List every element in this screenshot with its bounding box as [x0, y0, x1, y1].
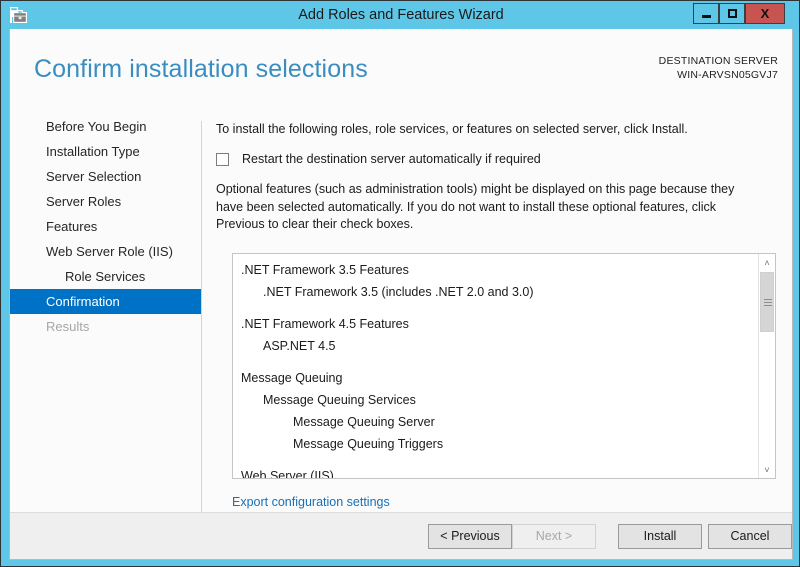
wizard-window: Add Roles and Features Wizard X Confirm … — [0, 0, 800, 567]
client-area: Confirm installation selections DESTINAT… — [9, 29, 793, 560]
destination-server-label: DESTINATION SERVER — [659, 54, 778, 68]
export-configuration-settings-link[interactable]: Export configuration settings — [232, 493, 411, 512]
install-button[interactable]: Install — [618, 524, 702, 549]
maximize-button[interactable] — [719, 3, 745, 24]
destination-server-block: DESTINATION SERVER WIN-ARVSN05GVJ7 — [659, 54, 778, 82]
minimize-icon — [702, 15, 711, 18]
wizard-navigation: Before You Begin Installation Type Serve… — [10, 114, 202, 339]
sidebar-item-installation-type[interactable]: Installation Type — [10, 139, 202, 164]
close-button[interactable]: X — [745, 3, 785, 24]
sidebar-item-confirmation[interactable]: Confirmation — [10, 289, 202, 314]
previous-button[interactable]: < Previous — [428, 524, 512, 549]
scroll-down-icon[interactable]: ˅ — [759, 461, 775, 478]
footer-bar: < Previous Next > Install Cancel — [10, 512, 792, 559]
list-item[interactable]: ASP.NET 4.5 — [233, 335, 759, 357]
sidebar-divider — [201, 121, 202, 515]
title-bar: Add Roles and Features Wizard X — [1, 1, 800, 29]
maximize-icon — [728, 9, 737, 18]
optional-features-note: Optional features (such as administratio… — [216, 181, 764, 234]
sidebar-item-results: Results — [10, 314, 202, 339]
list-item[interactable]: Message Queuing Triggers — [233, 433, 759, 455]
scrollbar-grip-icon — [764, 299, 772, 306]
scroll-up-icon[interactable]: ˄ — [759, 254, 775, 271]
list-item[interactable]: Message Queuing Server — [233, 411, 759, 433]
sidebar-item-role-services[interactable]: Role Services — [10, 264, 202, 289]
selections-list: .NET Framework 3.5 Features .NET Framewo… — [233, 254, 759, 479]
sidebar-item-server-selection[interactable]: Server Selection — [10, 164, 202, 189]
list-item[interactable]: Web Server (IIS) — [233, 465, 759, 479]
list-item[interactable]: .NET Framework 4.5 Features — [233, 313, 759, 335]
list-item[interactable]: Message Queuing Services — [233, 389, 759, 411]
next-button: Next > — [512, 524, 596, 549]
window-title: Add Roles and Features Wizard — [1, 1, 800, 29]
sidebar-item-server-roles[interactable]: Server Roles — [10, 189, 202, 214]
page-title: Confirm installation selections — [34, 55, 368, 84]
restart-checkbox[interactable] — [216, 153, 229, 166]
scrollbar-thumb[interactable] — [760, 272, 774, 332]
main-pane: To install the following roles, role ser… — [216, 121, 776, 234]
sidebar-item-web-server-role-iis[interactable]: Web Server Role (IIS) — [10, 239, 202, 264]
sidebar-item-features[interactable]: Features — [10, 214, 202, 239]
restart-checkbox-label: Restart the destination server automatic… — [242, 152, 541, 167]
list-item[interactable]: .NET Framework 3.5 Features — [233, 259, 759, 281]
cancel-button[interactable]: Cancel — [708, 524, 792, 549]
intro-text: To install the following roles, role ser… — [216, 121, 776, 138]
selections-listbox[interactable]: .NET Framework 3.5 Features .NET Framewo… — [232, 253, 776, 479]
list-item[interactable]: Message Queuing — [233, 367, 759, 389]
restart-checkbox-row[interactable]: Restart the destination server automatic… — [216, 152, 776, 167]
destination-server-name: WIN-ARVSN05GVJ7 — [659, 68, 778, 82]
listbox-scrollbar[interactable]: ˄ ˅ — [758, 254, 775, 478]
sidebar-item-before-you-begin[interactable]: Before You Begin — [10, 114, 202, 139]
list-item[interactable]: .NET Framework 3.5 (includes .NET 2.0 an… — [233, 281, 759, 303]
minimize-button[interactable] — [693, 3, 719, 24]
